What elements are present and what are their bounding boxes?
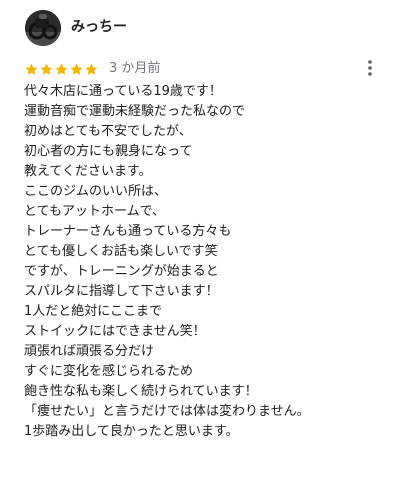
star-icon — [55, 63, 68, 75]
review-line: ここのジムのいい所は、 — [24, 184, 168, 199]
rating-row: 3 か月前 — [24, 60, 160, 78]
review-line: 飽き性な私も楽しく続けられています！ — [24, 384, 258, 399]
review-line: とてもアットホームで、 — [24, 204, 166, 219]
review-date: 3 か月前 — [109, 61, 161, 76]
star-rating — [24, 62, 99, 77]
star-icon — [85, 63, 98, 75]
reviewer-avatar[interactable] — [25, 10, 61, 46]
review-line: とても優しくお話も楽しいです笑 — [24, 244, 218, 259]
review-line: トレーナーさんも通っている方々も — [24, 224, 232, 239]
review-line: 頑張れば頑張る分だけ — [24, 344, 155, 359]
review-line: 初めはとても不安でしたが、 — [24, 124, 192, 139]
review-line: ストイックにはできません笑！ — [24, 324, 206, 339]
review-line: すぐに変化を感じられるため — [24, 364, 194, 379]
star-icon — [70, 63, 83, 75]
avatar-photo — [25, 10, 61, 46]
review-line: 1人だと絶対にここまで — [24, 304, 163, 319]
review-line: 運動音痴で運動未経験だった私なので — [24, 104, 246, 119]
star-icon — [40, 63, 53, 75]
review-line: 「痩せたい」と言うだけでは体は変わりません。 — [24, 404, 310, 419]
review-line: 1歩踏み出して良かったと思います。 — [24, 424, 239, 439]
review-line: 教えてくださいます。 — [24, 164, 152, 179]
review-line: ですが、トレーニングが始まると — [24, 264, 219, 279]
review-card: みっちー 3 か月前 代々木店に通っている19歳です！ 運動音痴で運動未経験だった… — [0, 0, 400, 483]
review-line: スパルタに指導して下さいます！ — [24, 284, 219, 299]
more-options-button[interactable] — [362, 58, 378, 78]
star-icon — [25, 63, 38, 75]
review-text: 代々木店に通っている19歳です！ 運動音痴で運動未経験だった私なので 初めはとても不… — [24, 82, 394, 442]
reviewer-name[interactable]: みっちー — [71, 17, 127, 37]
review-line: 初心者の方にも親身になって — [24, 144, 193, 159]
more-vert-icon — [368, 60, 372, 76]
review-line: 代々木店に通っている19歳です！ — [24, 84, 222, 99]
